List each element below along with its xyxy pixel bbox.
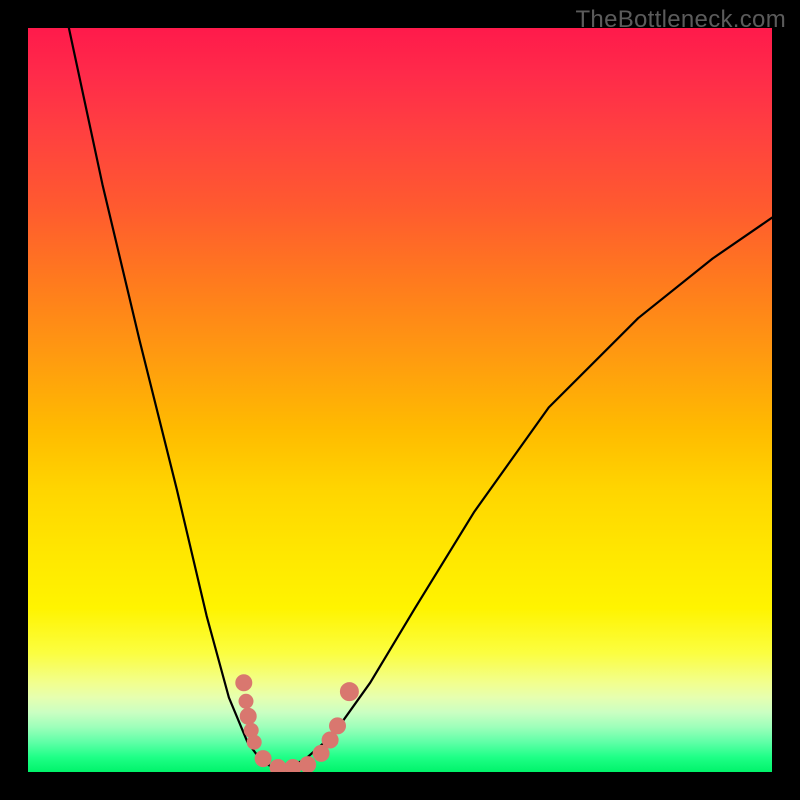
- frame: TheBottleneck.com: [0, 0, 800, 800]
- data-marker: [270, 760, 286, 773]
- curve-svg: [28, 28, 772, 772]
- data-marker: [255, 751, 271, 767]
- data-marker: [236, 675, 252, 691]
- data-marker: [313, 745, 329, 761]
- data-marker: [300, 757, 316, 772]
- marker-group: [236, 675, 359, 772]
- watermark-text: TheBottleneck.com: [575, 6, 786, 34]
- data-marker: [239, 694, 253, 708]
- data-marker: [330, 718, 346, 734]
- data-marker: [322, 732, 338, 748]
- curve-left-branch: [69, 28, 277, 769]
- data-marker: [285, 760, 301, 773]
- data-marker: [247, 735, 261, 749]
- data-marker: [340, 683, 358, 701]
- plot-area: [28, 28, 772, 772]
- data-marker: [240, 708, 256, 724]
